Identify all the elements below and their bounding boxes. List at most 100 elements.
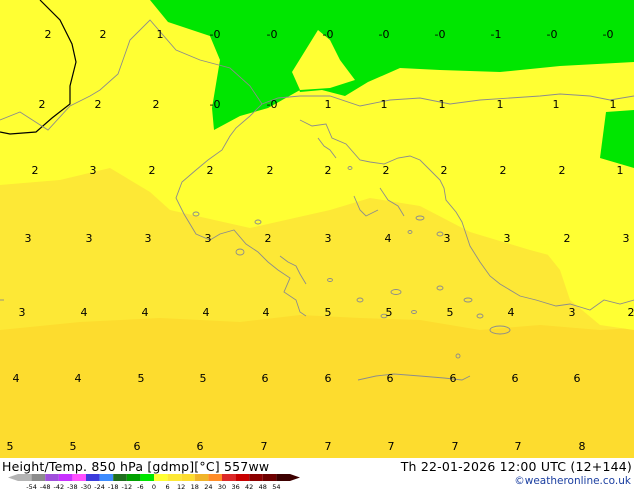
- color-swatch: [154, 474, 168, 481]
- grid-value-r4-c9: 3: [569, 306, 576, 319]
- color-swatch: [276, 474, 290, 481]
- color-swatch: [181, 474, 195, 481]
- grid-value-r0-c6: -0: [379, 28, 390, 41]
- color-swatch: [249, 474, 263, 481]
- grid-value-r5-c1: 4: [75, 372, 82, 385]
- color-swatch: [113, 474, 127, 481]
- scale-tick-label: -12: [121, 483, 132, 490]
- color-swatch: [262, 474, 277, 481]
- grid-value-r4-c0: 3: [19, 306, 26, 319]
- grid-value-r0-c9: -0: [547, 28, 558, 41]
- grid-value-r1-c3: -0: [210, 98, 221, 111]
- grid-value-r0-c5: -0: [323, 28, 334, 41]
- scale-tick-label: -24: [94, 483, 105, 490]
- grid-value-r1-c6: 1: [381, 98, 388, 111]
- grid-value-r4-c2: 4: [142, 306, 149, 319]
- forecast-datetime: Th 22-01-2026 12:00 UTC (12+144): [400, 459, 632, 474]
- scale-tick-label: 48: [259, 483, 267, 490]
- color-swatch: [31, 474, 46, 481]
- grid-value-r0-c1: 2: [100, 28, 107, 41]
- grid-value-r0-c0: 2: [45, 28, 52, 41]
- grid-value-r2-c5: 2: [325, 164, 332, 177]
- grid-value-r6-c3: 6: [197, 440, 204, 453]
- color-swatch: [222, 474, 236, 481]
- grid-value-r6-c4: 7: [261, 440, 268, 453]
- grid-value-r3-c3: 3: [205, 232, 212, 245]
- grid-value-r1-c2: 2: [153, 98, 160, 111]
- color-swatch: [86, 474, 100, 481]
- grid-value-r3-c5: 3: [325, 232, 332, 245]
- color-swatch: [58, 474, 73, 481]
- color-swatch: [140, 474, 154, 481]
- color-swatch: [208, 474, 222, 481]
- grid-value-r3-c0: 3: [25, 232, 32, 245]
- grid-value-r1-c7: 1: [439, 98, 446, 111]
- scale-tick-label: 54: [272, 483, 280, 490]
- grid-value-r1-c5: 1: [325, 98, 332, 111]
- grid-value-r4-c5: 5: [325, 306, 332, 319]
- scale-tick-label: 18: [191, 483, 199, 490]
- grid-value-r2-c0: 2: [32, 164, 39, 177]
- color-swatch: [167, 474, 182, 481]
- grid-value-r6-c1: 5: [70, 440, 77, 453]
- grid-value-r2-c1: 3: [90, 164, 97, 177]
- grid-value-r4-c7: 5: [447, 306, 454, 319]
- scale-tick-label: 42: [245, 483, 253, 490]
- grid-value-r4-c10: 2: [628, 306, 634, 319]
- grid-value-r3-c9: 2: [564, 232, 571, 245]
- color-scale-legend: -54 -48 -42 -38 -30 -24 -18 -12 -6 0 6 12 18 24 30 36 42…: [8, 474, 300, 490]
- scale-tick-label: 36: [231, 483, 239, 490]
- field-5-6c: [0, 315, 634, 458]
- grid-value-r0-c4: -0: [267, 28, 278, 41]
- scale-tick-label: -30: [81, 483, 92, 490]
- grid-value-r3-c2: 3: [145, 232, 152, 245]
- grid-value-r2-c3: 2: [207, 164, 214, 177]
- scale-left-arrow: [8, 474, 18, 481]
- grid-value-r4-c4: 4: [263, 306, 270, 319]
- grid-value-r1-c9: 1: [553, 98, 560, 111]
- weather-map-page: 2 2 1 -0 -0 -0 -0 -0 -1 -0 -0 2 2 2 -0 -0 1 1 1 1 1 1 2 3 2 2 2 2 2 2…: [0, 0, 634, 490]
- grid-value-r3-c4: 2: [265, 232, 272, 245]
- grid-value-r3-c7: 3: [444, 232, 451, 245]
- bottom-bar: Height/Temp. 850 hPa [gdmp][°C] 557ww Th…: [0, 458, 634, 490]
- color-swatch: [72, 474, 86, 481]
- color-swatch: [99, 474, 114, 481]
- grid-value-r5-c8: 6: [512, 372, 519, 385]
- scale-tick-label: -48: [40, 483, 51, 490]
- grid-value-r2-c9: 2: [559, 164, 566, 177]
- grid-value-r4-c1: 4: [81, 306, 88, 319]
- grid-value-r5-c5: 6: [325, 372, 332, 385]
- grid-value-r6-c2: 6: [134, 440, 141, 453]
- grid-value-r2-c4: 2: [267, 164, 274, 177]
- grid-value-r1-c1: 2: [95, 98, 102, 111]
- grid-value-r4-c3: 4: [203, 306, 210, 319]
- grid-value-r0-c2: 1: [157, 28, 164, 41]
- grid-value-r6-c0: 5: [7, 440, 14, 453]
- scale-tick-label: 24: [204, 483, 212, 490]
- grid-value-r2-c2: 2: [149, 164, 156, 177]
- grid-value-r6-c5: 7: [325, 440, 332, 453]
- grid-value-r2-c7: 2: [441, 164, 448, 177]
- scale-tick-label: -18: [108, 483, 119, 490]
- grid-value-r3-c6: 4: [385, 232, 392, 245]
- grid-value-r6-c8: 7: [515, 440, 522, 453]
- color-swatch: [235, 474, 250, 481]
- grid-value-r4-c6: 5: [386, 306, 393, 319]
- grid-value-r0-c10: -0: [603, 28, 614, 41]
- grid-value-r3-c8: 3: [504, 232, 511, 245]
- color-swatch: [18, 474, 32, 481]
- grid-value-r5-c4: 6: [262, 372, 269, 385]
- grid-value-r6-c9: 8: [579, 440, 586, 453]
- grid-value-r1-c4: -0: [267, 98, 278, 111]
- scale-tick-label: 30: [218, 483, 226, 490]
- grid-value-r2-c10: 1: [617, 164, 624, 177]
- color-scale-swatches: [8, 474, 300, 481]
- grid-value-r2-c8: 2: [500, 164, 507, 177]
- grid-value-r0-c7: -0: [435, 28, 446, 41]
- grid-value-r5-c0: 4: [13, 372, 20, 385]
- credit-link[interactable]: ©weatheronline.co.uk: [514, 475, 631, 487]
- grid-value-r1-c0: 2: [39, 98, 46, 111]
- grid-value-r0-c3: -0: [210, 28, 221, 41]
- scale-tick-label: -6: [137, 483, 143, 490]
- color-swatch: [194, 474, 209, 481]
